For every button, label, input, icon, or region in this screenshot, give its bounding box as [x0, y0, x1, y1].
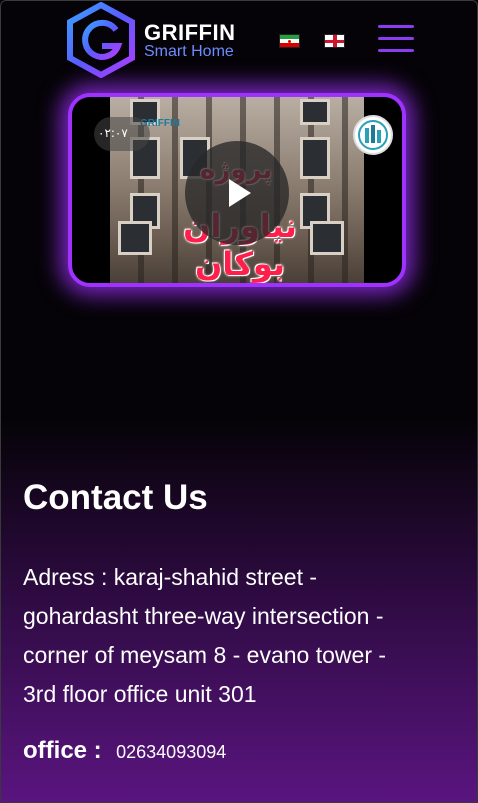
- office-label: office :: [23, 737, 102, 764]
- address-line: 3rd floor office unit 301: [23, 681, 257, 707]
- hamburger-menu-icon[interactable]: [378, 25, 414, 53]
- channel-logo-mark-icon: [358, 120, 388, 150]
- office-phone-row: office : 02634093094: [23, 737, 226, 765]
- address-line: gohardasht three-way intersection -: [23, 603, 384, 629]
- brand-tagline: Smart Home: [144, 43, 234, 60]
- video-thumbnail[interactable]: GRIFFIN پروژه نیاوران بوکان: [110, 97, 364, 283]
- channel-logo-icon[interactable]: [353, 115, 393, 155]
- office-phone-number[interactable]: 02634093094: [116, 742, 226, 762]
- video-card: GRIFFIN پروژه نیاوران بوکان ۰۲:۰۷: [68, 93, 406, 287]
- language-english-flag-icon[interactable]: [324, 34, 345, 48]
- brand-logo[interactable]: GRIFFIN Smart Home: [66, 2, 246, 78]
- header: GRIFFIN Smart Home: [0, 0, 478, 80]
- address-line: corner of meysam 8 - evano tower -: [23, 642, 387, 668]
- video-duration: ۰۲:۰۷: [98, 126, 128, 140]
- address-line: Adress : karaj-shahid street -: [23, 564, 318, 590]
- play-icon[interactable]: [185, 141, 289, 245]
- contact-address: Adress : karaj-shahid street - gohardash…: [23, 558, 463, 714]
- contact-title: Contact Us: [23, 478, 208, 517]
- griffin-logo-icon: [67, 2, 135, 78]
- language-persian-flag-icon[interactable]: [279, 34, 300, 48]
